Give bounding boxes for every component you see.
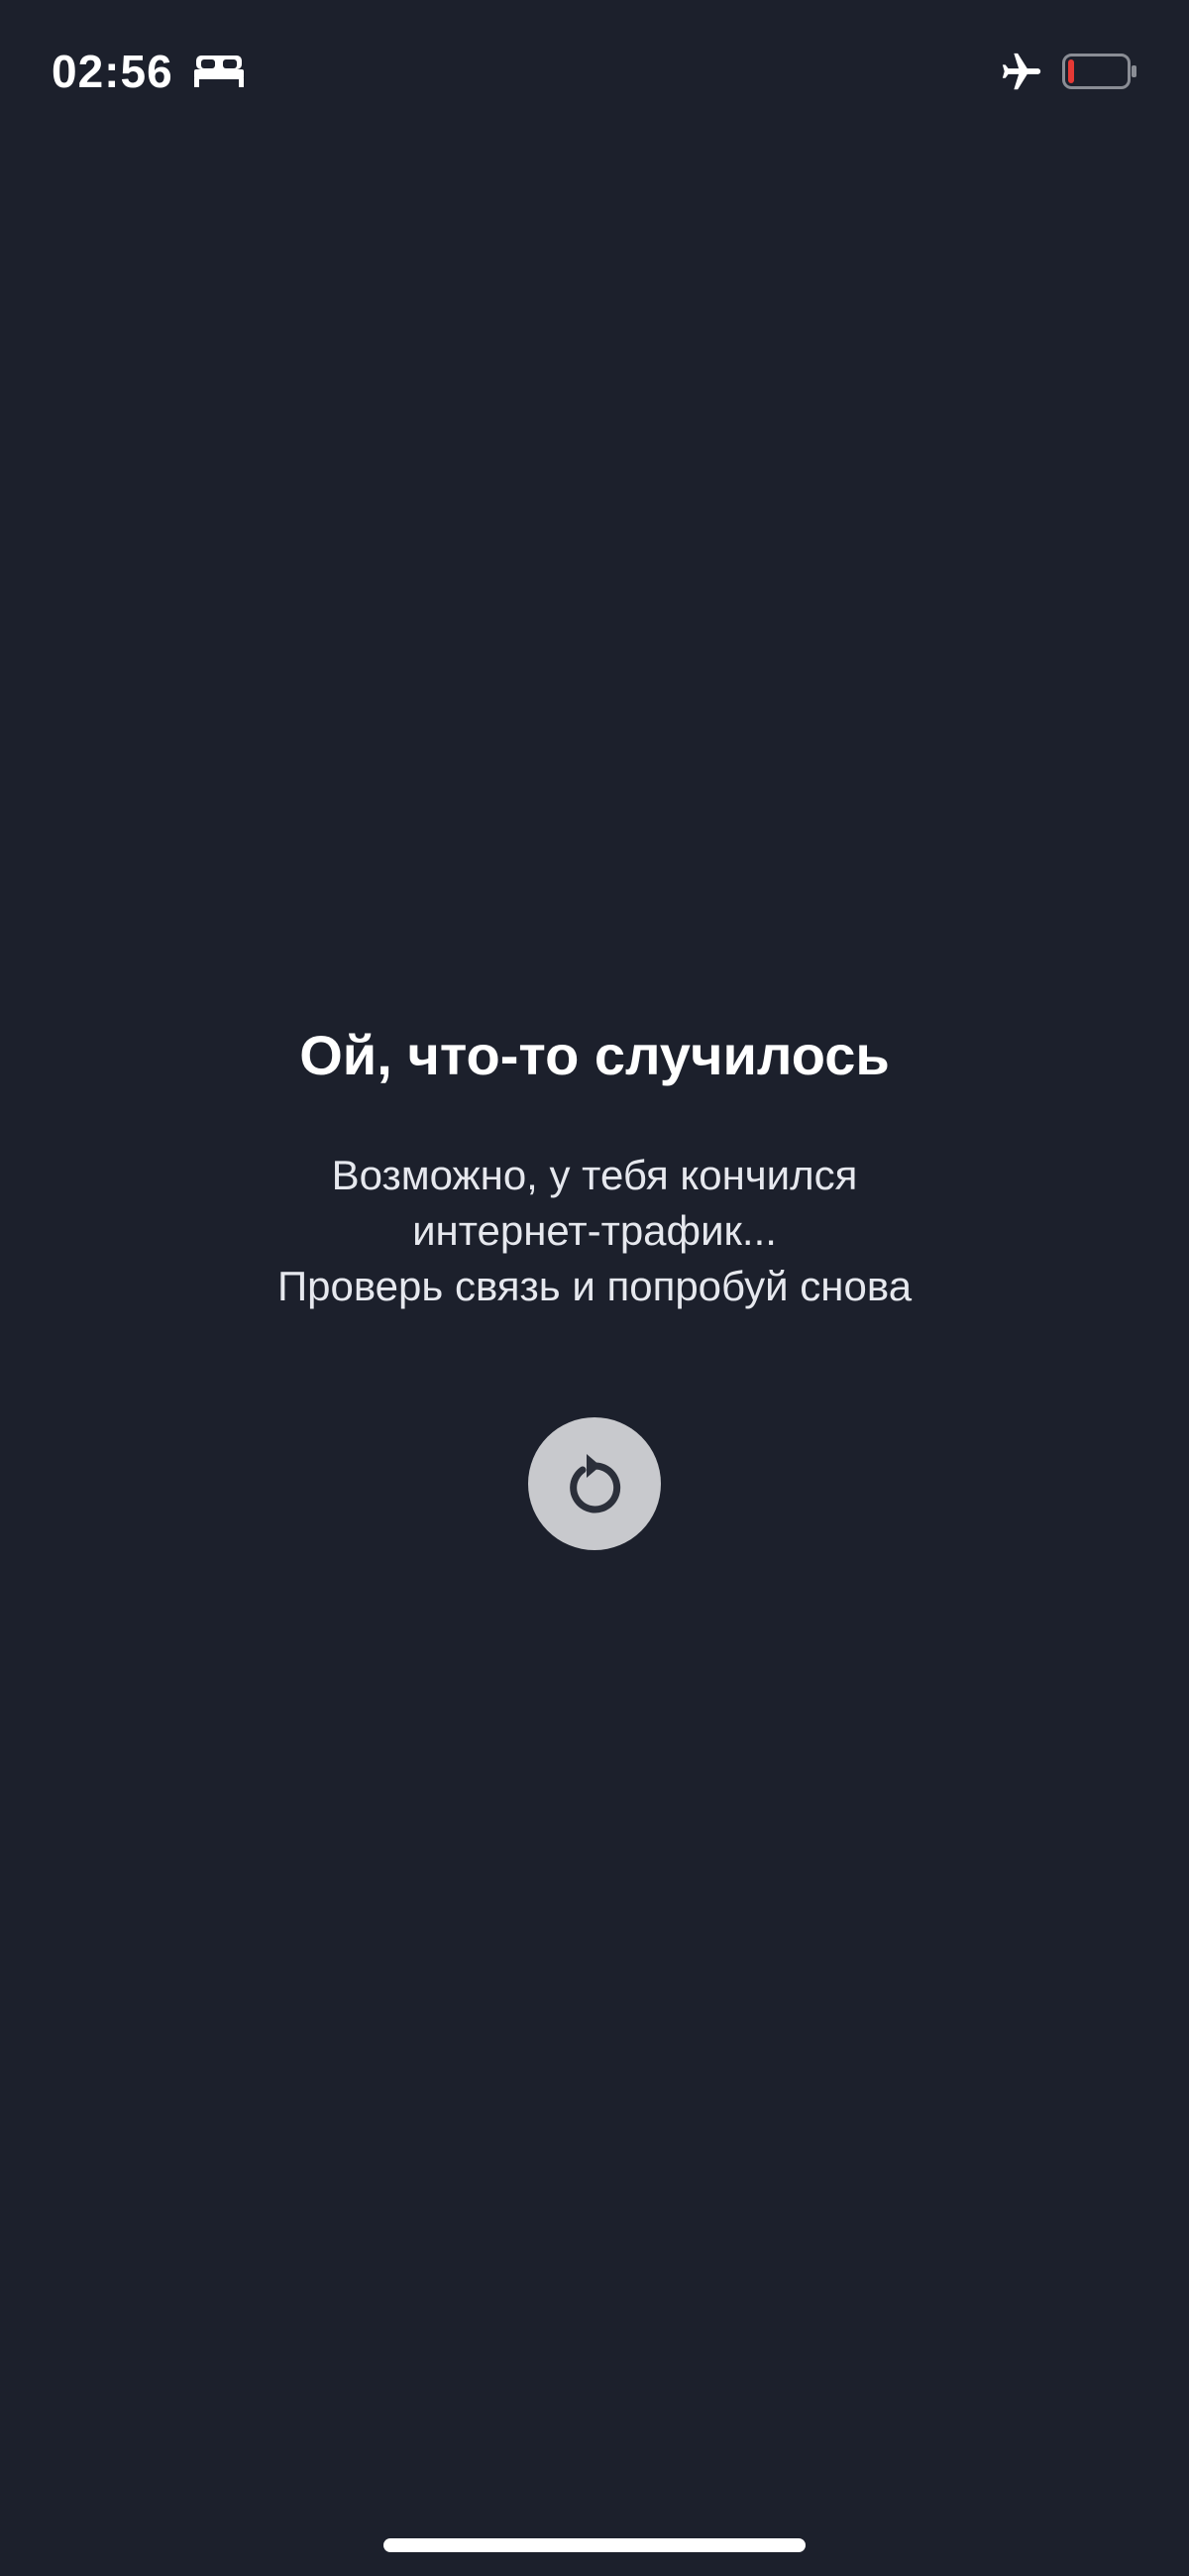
airplane-icon: [1002, 53, 1041, 90]
retry-button[interactable]: [528, 1417, 661, 1550]
status-bar: 02:56: [0, 0, 1189, 149]
error-message-line: Возможно, у тебя кончился: [331, 1152, 858, 1198]
error-message: Возможно, у тебя кончился интернет-трафи…: [99, 1148, 1090, 1314]
error-message-line: интернет-трафик...: [412, 1207, 777, 1254]
home-indicator[interactable]: [383, 2538, 806, 2552]
bed-icon: [194, 56, 244, 87]
error-title: Ой, что-то случилось: [299, 1024, 890, 1086]
retry-icon: [570, 1454, 621, 1513]
status-time: 02:56: [52, 46, 173, 97]
battery-icon: [1062, 54, 1136, 89]
error-message-line: Проверь связь и попробуй снова: [276, 1263, 913, 1309]
error-screen: 02:56 Ой, что-то случилось Возможно, у т…: [0, 0, 1189, 2576]
